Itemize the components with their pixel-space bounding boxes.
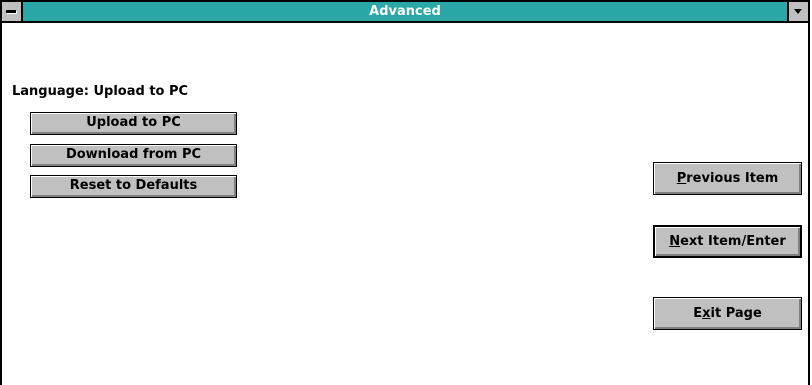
title-bar: Advanced [2,2,808,23]
language-label: Language: Upload to PC [12,84,189,99]
next-item-mnemonic: N [669,234,681,249]
system-menu-icon [6,10,16,13]
exit-page-label: it Page [710,306,762,321]
exit-page-button[interactable]: Exit Page [653,297,802,330]
window-title: Advanced [369,4,441,19]
minimize-button[interactable] [787,2,808,21]
exit-page-mnemonic: x [702,306,711,321]
system-menu-button[interactable] [2,2,23,21]
download-from-pc-label: Download from PC [65,147,202,162]
exit-page-label-pre: E [693,306,703,321]
reset-to-defaults-label: Reset to Defaults [69,178,198,193]
upload-to-pc-button[interactable]: Upload to PC [30,112,237,135]
next-item-label: ext Item/Enter [680,234,786,249]
previous-item-label: revious Item [686,171,779,186]
advanced-window: Advanced Language: Upload to PC Upload t… [0,0,810,385]
reset-to-defaults-button[interactable]: Reset to Defaults [30,175,237,198]
previous-item-button[interactable]: Previous Item [653,162,802,195]
download-from-pc-button[interactable]: Download from PC [30,144,237,167]
upload-to-pc-label: Upload to PC [86,115,181,130]
previous-item-mnemonic: P [676,171,687,186]
next-item-enter-button[interactable]: Next Item/Enter [653,225,802,258]
minimize-icon [794,9,802,14]
